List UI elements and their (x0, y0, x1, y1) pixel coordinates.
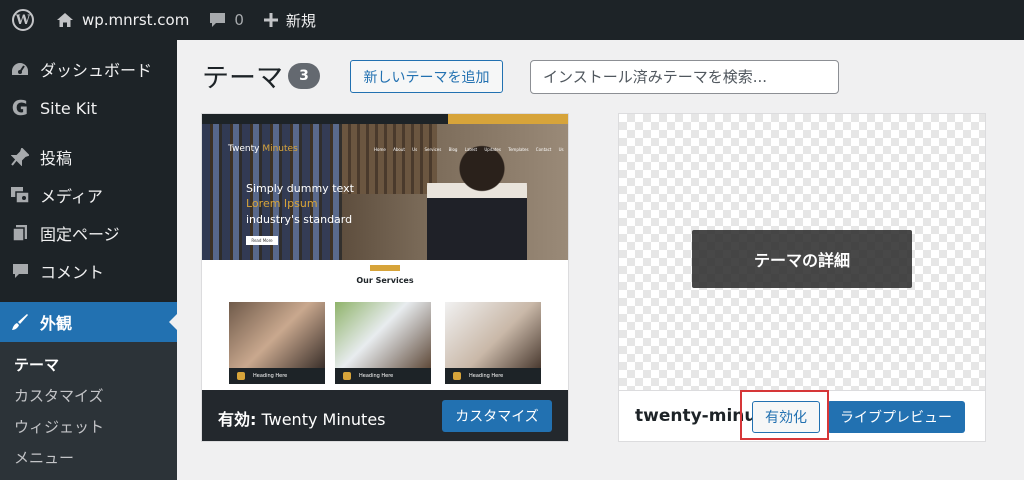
media-icon (0, 186, 40, 204)
sidebar-item-posts[interactable]: 投稿 (0, 137, 177, 177)
site-name: wp.mnrst.com (82, 11, 190, 29)
appearance-submenu: テーマ カスタマイズ ウィジェット メニュー (0, 342, 177, 480)
sidebar-item-pages[interactable]: 固定ページ (0, 213, 177, 253)
sidebar-item-label: 外観 (40, 314, 73, 333)
active-theme-name: Twenty Minutes (261, 410, 386, 429)
theme-search-input[interactable] (530, 60, 839, 94)
sidebar-item-label: 固定ページ (40, 225, 120, 244)
live-preview-button[interactable]: ライブプレビュー (827, 401, 965, 433)
theme-card-active[interactable]: Twenty Minutes Home About Us Services Bl… (201, 113, 569, 442)
add-new-theme-button[interactable]: 新しいテーマを追加 (350, 60, 503, 93)
screenshot-service-card: Heading Here (445, 302, 541, 386)
submenu-item-widgets[interactable]: ウィジェット (14, 416, 104, 437)
screenshot-service-card: Heading Here (229, 302, 325, 386)
new-content-link[interactable]: 新規 (254, 0, 326, 40)
plus-icon (263, 13, 278, 27)
theme-details-button[interactable]: テーマの詳細 (692, 230, 912, 288)
screenshot-hero-text-3: industry's standard (246, 213, 353, 226)
sidebar-item-site-kit[interactable]: G Site Kit (0, 88, 177, 128)
admin-bar: W wp.mnrst.com 0 新規 (0, 0, 1024, 40)
screenshot-read-more: Read More (246, 236, 278, 245)
screenshot-top-bar (202, 114, 568, 124)
sidebar-item-media[interactable]: メディア (0, 175, 177, 215)
site-name-link[interactable]: wp.mnrst.com (46, 0, 199, 40)
submenu-item-themes[interactable]: テーマ (14, 354, 59, 375)
sidebar-item-label: メディア (40, 187, 103, 206)
screenshot-logo: Twenty Minutes (228, 144, 298, 154)
submenu-item-customize[interactable]: カスタマイズ (14, 385, 104, 406)
sidebar-item-comments[interactable]: コメント (0, 251, 177, 291)
submenu-item-menus[interactable]: メニュー (14, 447, 74, 468)
pin-icon (0, 148, 40, 166)
sidebar-item-label: コメント (40, 263, 105, 282)
comment-icon (0, 263, 40, 279)
theme-count-badge: 3 (288, 63, 320, 89)
screenshot-services-title: Our Services (356, 276, 414, 285)
sidebar-item-label: Site Kit (40, 98, 98, 118)
sidebar-item-label: 投稿 (40, 149, 73, 168)
screenshot-hero-text-2: Lorem Ipsum (246, 197, 318, 210)
wordpress-logo-icon[interactable]: W (0, 0, 46, 40)
comment-icon (209, 12, 226, 28)
google-g-icon: G (11, 96, 29, 120)
screenshot-service-card: Heading Here (335, 302, 431, 386)
sidebar-item-label: ダッシュボード (40, 61, 153, 80)
brush-icon (0, 313, 40, 331)
comment-count: 0 (234, 11, 244, 29)
pages-icon (0, 224, 40, 242)
admin-sidebar: ダッシュボード G Site Kit 投稿 メディア 固定ページ コメント 外観 (0, 40, 177, 480)
gauge-icon (0, 61, 40, 77)
active-theme-footer: 有効: Twenty Minutes カスタマイズ (202, 390, 568, 441)
page-title: テーマ (202, 63, 283, 94)
screenshot-section-tag (370, 265, 400, 271)
sidebar-item-appearance[interactable]: 外観 (0, 302, 177, 342)
home-icon (56, 12, 74, 28)
sidebar-item-dashboard[interactable]: ダッシュボード (0, 49, 177, 89)
highlight-box (740, 390, 829, 440)
screenshot-nav: Home About Us Services Blog Latest Updat… (374, 147, 564, 152)
new-label: 新規 (285, 11, 316, 30)
screenshot-hero: Twenty Minutes Home About Us Services Bl… (202, 124, 568, 260)
theme-screenshot: Twenty Minutes Home About Us Services Bl… (202, 114, 568, 390)
active-theme-label: 有効: Twenty Minutes (218, 410, 386, 429)
screenshot-hero-text-1: Simply dummy text (246, 182, 354, 195)
comments-link[interactable]: 0 (199, 0, 254, 40)
customize-button[interactable]: カスタマイズ (442, 400, 552, 432)
screenshot-person-photo (427, 138, 527, 260)
